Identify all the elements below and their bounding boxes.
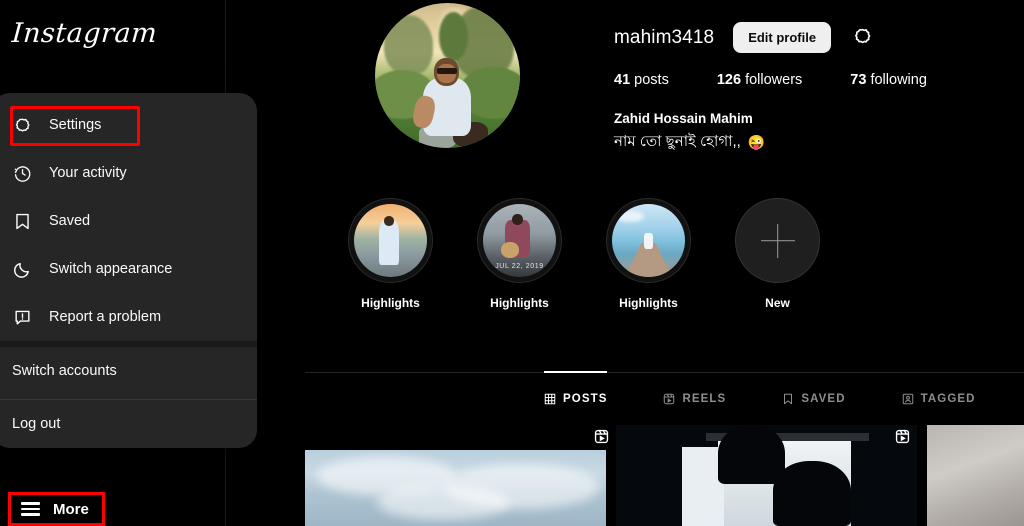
stat-posts[interactable]: 41 posts bbox=[614, 72, 669, 88]
instagram-profile-page: Instagram Settings Your activity Saved S… bbox=[0, 0, 1024, 526]
username-row: mahim3418 Edit profile bbox=[614, 22, 874, 53]
tab-saved[interactable]: SAVED bbox=[782, 380, 845, 418]
more-button[interactable]: More bbox=[8, 492, 105, 526]
highlight-item[interactable]: JUL 22, 2019 Highlights bbox=[477, 198, 562, 328]
highlight-thumbnail[interactable] bbox=[606, 198, 691, 283]
profile-main: mahim3418 Edit profile 41 posts 126 foll… bbox=[226, 0, 1024, 526]
profile-bio-text: নাম তো ছুনাই হোগা,, bbox=[614, 133, 741, 150]
gear-icon bbox=[852, 26, 873, 50]
more-button-label: More bbox=[53, 500, 89, 518]
bookmark-icon bbox=[782, 393, 794, 405]
stat-count: 126 bbox=[716, 72, 742, 88]
grid-icon bbox=[544, 393, 556, 405]
tagged-person-icon bbox=[902, 393, 914, 405]
menu-item-switch-appearance[interactable]: Switch appearance bbox=[0, 245, 257, 293]
profile-tabs: POSTS REELS SAVED TAGGED bbox=[226, 371, 1024, 418]
report-problem-icon bbox=[12, 307, 32, 327]
stat-following[interactable]: 73 following bbox=[850, 72, 927, 88]
highlight-item[interactable]: Highlights bbox=[606, 198, 691, 328]
highlight-label: Highlights bbox=[619, 296, 678, 310]
profile-bio: নাম তো ছুনাই হোগা,, 😜 bbox=[614, 130, 765, 155]
tab-label: POSTS bbox=[563, 393, 608, 405]
menu-item-your-activity[interactable]: Your activity bbox=[0, 149, 257, 197]
tongue-emoji-icon: 😜 bbox=[747, 134, 766, 150]
highlight-thumbnail[interactable] bbox=[348, 198, 433, 283]
menu-item-label: Settings bbox=[49, 117, 102, 133]
post-thumbnail[interactable] bbox=[616, 425, 917, 526]
instagram-logo[interactable]: Instagram bbox=[11, 18, 158, 49]
stat-label: posts bbox=[634, 72, 669, 88]
clock-activity-icon bbox=[12, 163, 32, 183]
tab-reels[interactable]: REELS bbox=[663, 380, 726, 418]
menu-item-label: Saved bbox=[49, 213, 91, 229]
highlight-date-overlay: JUL 22, 2019 bbox=[495, 262, 544, 270]
highlight-label: Highlights bbox=[490, 296, 549, 310]
tab-tagged[interactable]: TAGGED bbox=[902, 380, 976, 418]
bookmark-icon bbox=[12, 211, 32, 231]
profile-full-name: Zahid Hossain Mahim bbox=[614, 111, 753, 126]
moon-icon bbox=[12, 259, 32, 279]
new-highlight-button[interactable] bbox=[735, 198, 820, 283]
stat-count: 41 bbox=[614, 72, 631, 88]
post-thumbnail[interactable] bbox=[927, 425, 1024, 526]
settings-gear-button[interactable] bbox=[850, 26, 874, 50]
more-options-menu: Settings Your activity Saved Switch appe… bbox=[0, 93, 257, 448]
tab-label: SAVED bbox=[801, 393, 846, 405]
highlight-item[interactable]: Highlights bbox=[348, 198, 433, 328]
new-highlight-item[interactable]: New bbox=[735, 198, 820, 328]
stat-followers[interactable]: 126 followers bbox=[717, 72, 802, 88]
tab-posts[interactable]: POSTS bbox=[544, 371, 608, 418]
profile-header: mahim3418 Edit profile 41 posts 126 foll… bbox=[226, 0, 1024, 190]
profile-stats: 41 posts 126 followers 73 following bbox=[614, 72, 975, 88]
stat-label: following bbox=[870, 72, 927, 88]
plus-icon bbox=[761, 224, 795, 258]
tab-label: REELS bbox=[682, 393, 727, 405]
menu-item-log-out[interactable]: Log out bbox=[0, 400, 257, 448]
reel-badge-icon bbox=[895, 429, 910, 449]
reels-icon bbox=[663, 393, 675, 405]
section-divider bbox=[305, 372, 1024, 373]
menu-item-switch-accounts[interactable]: Switch accounts bbox=[0, 347, 257, 395]
menu-item-label: Switch accounts bbox=[12, 363, 117, 379]
reel-badge-icon bbox=[594, 429, 609, 449]
page-title: mahim3418 bbox=[614, 26, 715, 48]
tab-label: TAGGED bbox=[920, 393, 976, 405]
highlight-label: Highlights bbox=[361, 296, 420, 310]
menu-item-settings[interactable]: Settings bbox=[0, 101, 257, 149]
menu-item-label: Log out bbox=[12, 416, 61, 432]
menu-item-label: Your activity bbox=[49, 165, 127, 181]
menu-item-saved[interactable]: Saved bbox=[0, 197, 257, 245]
gear-icon bbox=[12, 115, 32, 135]
menu-item-label: Switch appearance bbox=[49, 261, 173, 277]
menu-item-label: Report a problem bbox=[49, 309, 162, 325]
edit-profile-button[interactable]: Edit profile bbox=[733, 22, 832, 53]
stat-label: followers bbox=[745, 72, 803, 88]
highlight-thumbnail[interactable]: JUL 22, 2019 bbox=[477, 198, 562, 283]
stat-count: 73 bbox=[850, 72, 867, 88]
hamburger-icon bbox=[21, 502, 40, 516]
menu-item-report-a-problem[interactable]: Report a problem bbox=[0, 293, 257, 341]
new-highlight-label: New bbox=[765, 296, 790, 310]
avatar[interactable] bbox=[375, 3, 520, 148]
story-highlights: Highlights JUL 22, 2019 Highlights Highl… bbox=[226, 198, 1024, 328]
post-thumbnail[interactable] bbox=[305, 450, 606, 526]
